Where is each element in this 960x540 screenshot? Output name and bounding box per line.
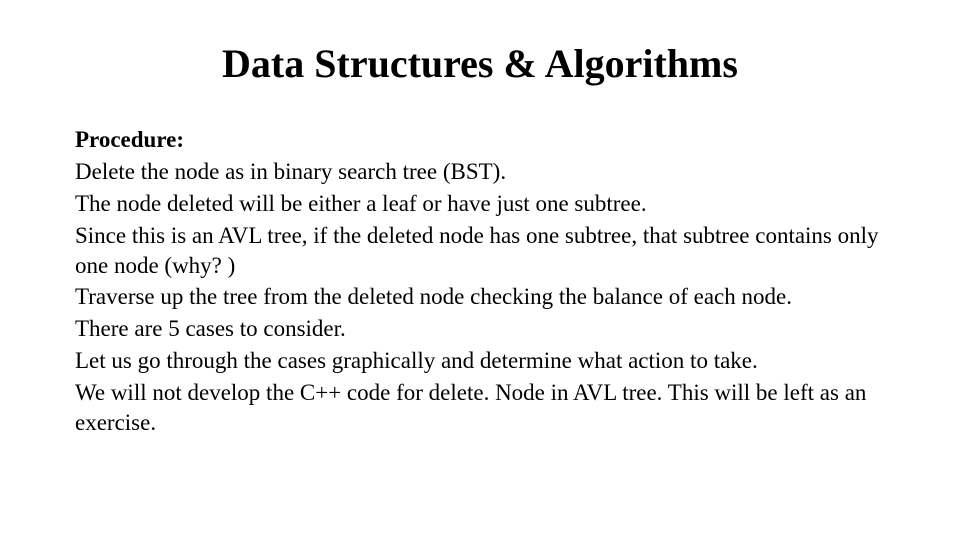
- procedure-line: There are 5 cases to consider.: [75, 314, 885, 344]
- procedure-line: We will not develop the C++ code for del…: [75, 378, 885, 438]
- procedure-line: Delete the node as in binary search tree…: [75, 157, 885, 187]
- procedure-line: The node deleted will be either a leaf o…: [75, 189, 885, 219]
- procedure-line: Let us go through the cases graphically …: [75, 346, 885, 376]
- procedure-line: Traverse up the tree from the deleted no…: [75, 282, 885, 312]
- procedure-line: Since this is an AVL tree, if the delete…: [75, 221, 885, 281]
- procedure-heading: Procedure:: [75, 125, 885, 155]
- content-block: Procedure: Delete the node as in binary …: [75, 125, 885, 438]
- slide-container: Data Structures & Algorithms Procedure: …: [0, 0, 960, 540]
- page-title: Data Structures & Algorithms: [75, 40, 885, 87]
